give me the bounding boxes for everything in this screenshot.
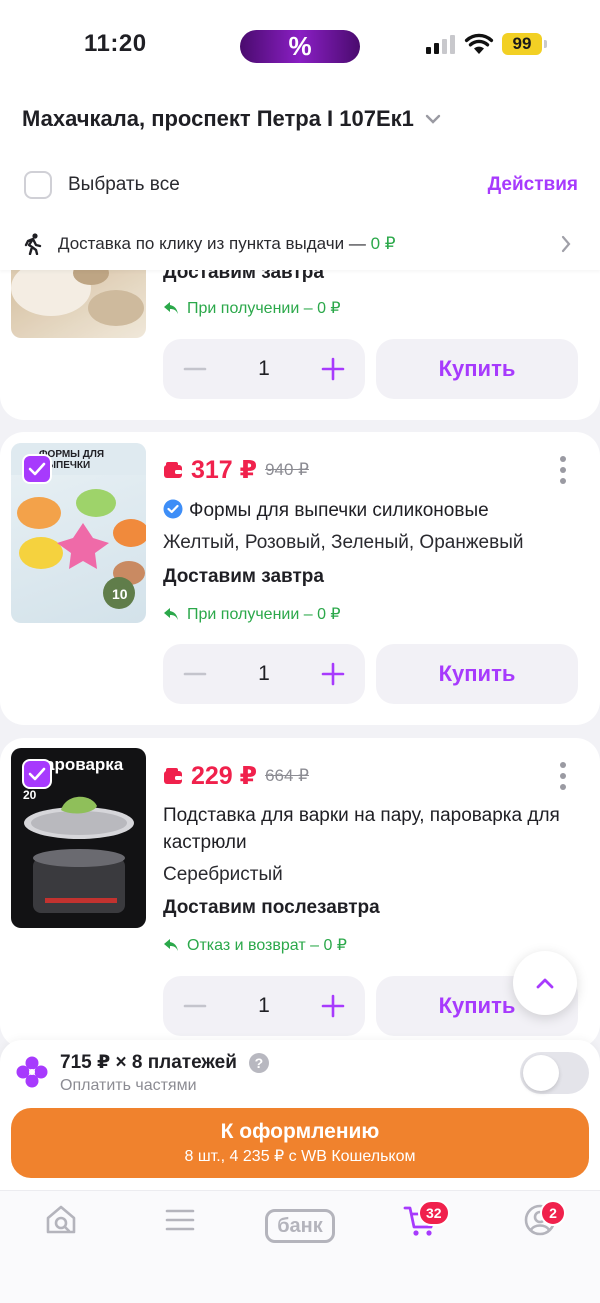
quantity-value[interactable]: 1 [258, 994, 270, 1018]
delivery-banner-text: Доставка по клику из пункта выдачи — 0 ₽ [58, 234, 396, 254]
cellular-signal-icon [426, 34, 455, 54]
cart-item: ароварка 20 229 ₽ 664 ₽ Подставка для ва… [0, 738, 600, 1048]
return-text: Отказ и возврат – 0 ₽ [187, 937, 347, 954]
delivery-banner[interactable]: Доставка по клику из пункта выдачи — 0 ₽ [0, 218, 600, 270]
return-arrow-icon [164, 302, 178, 314]
cart-item: ФОРМЫ ДЛЯ ВЫПЕЧКИ 10 317 ₽ 940 ₽ Формы д… [0, 432, 600, 725]
more-options-icon[interactable] [560, 456, 566, 484]
status-time: 11:20 [84, 30, 147, 57]
installments-flower-icon [16, 1056, 48, 1088]
quantity-value[interactable]: 1 [258, 357, 270, 381]
buy-button[interactable]: Купить [376, 339, 578, 399]
tab-home[interactable] [44, 1203, 78, 1242]
price: 317 ₽ [191, 456, 258, 484]
select-all-label[interactable]: Выбрать все [68, 174, 180, 196]
battery-icon: 99 [502, 33, 547, 55]
image-size: 20 [23, 788, 37, 802]
return-arrow-icon [164, 939, 178, 951]
cart-item: Доставка по клику из пункта выдачи — 0 ₽… [0, 218, 600, 420]
plus-icon[interactable] [321, 662, 345, 686]
installments-text: 715 ₽ × 8 платежей [60, 1052, 237, 1073]
wifi-icon [464, 33, 494, 54]
toggle-knob [523, 1055, 559, 1091]
price-row: 229 ₽ 664 ₽ [163, 761, 309, 791]
price-row: 317 ₽ 940 ₽ [163, 455, 309, 485]
check-icon [28, 462, 46, 476]
delivery-banner-label: Доставка по клику из пункта выдачи — [58, 234, 371, 253]
menu-icon [165, 1209, 195, 1231]
home-search-icon [46, 1205, 76, 1234]
product-attributes: Желтый, Розовый, Зеленый, Оранжевый [163, 532, 524, 553]
minus-icon[interactable] [183, 357, 207, 381]
quantity-stepper: 1 [163, 339, 365, 399]
select-all-row: Выбрать все Действия [24, 169, 578, 201]
checkout-button[interactable]: К оформлению 8 шт., 4 235 ₽ с WB Кошельк… [11, 1108, 589, 1178]
delivery-date: Доставим послезавтра [163, 897, 380, 918]
item-select-checkbox[interactable] [22, 454, 52, 484]
return-policy: При получении – 0 ₽ [163, 298, 341, 318]
plus-icon[interactable] [321, 357, 345, 381]
status-bar: 11:20 % 99 [0, 0, 600, 92]
verified-badge-icon [163, 499, 183, 519]
installments-subtitle: Оплатить частями [60, 1077, 197, 1094]
product-image[interactable]: ФОРМЫ ДЛЯ ВЫПЕЧКИ 10 [11, 443, 146, 623]
delivery-address[interactable]: Махачкала, проспект Петра I 107Ек1 [22, 106, 442, 132]
return-text: При получении – 0 ₽ [187, 606, 341, 623]
quantity-stepper: 1 [163, 976, 365, 1036]
product-attributes: Серебристый [163, 864, 283, 885]
check-icon [28, 767, 46, 781]
checkout-label: К оформлению [220, 1120, 380, 1143]
product-title[interactable]: Подставка для варки на пару, пароварка д… [163, 802, 560, 856]
checkout-details: 8 шт., 4 235 ₽ с WB Кошельком [184, 1148, 416, 1165]
cart-header: Махачкала, проспект Петра I 107Ек1 Выбра… [0, 92, 600, 218]
actions-link[interactable]: Действия [488, 174, 578, 196]
image-caption: ароварка [45, 755, 124, 774]
quantity-stepper: 1 [163, 644, 365, 704]
quantity-value[interactable]: 1 [258, 662, 270, 686]
old-price: 664 ₽ [265, 766, 309, 785]
item-select-checkbox[interactable] [22, 759, 52, 789]
walking-person-icon [24, 233, 42, 255]
profile-badge: 2 [540, 1200, 566, 1226]
promo-pill[interactable]: % [240, 30, 360, 63]
wallet-icon [164, 767, 182, 784]
delivery-banner-price: 0 ₽ [370, 234, 396, 253]
tab-catalog[interactable] [164, 1203, 196, 1242]
cart-badge: 32 [418, 1200, 450, 1226]
image-count: 10 [112, 586, 128, 602]
address-text: Махачкала, проспект Петра I 107Ек1 [22, 106, 414, 131]
bottom-tab-bar: банк 32 2 [0, 1190, 600, 1303]
delivery-date: Доставим завтра [163, 566, 324, 587]
product-image[interactable]: ароварка 20 [11, 748, 146, 928]
return-policy: Отказ и возврат – 0 ₽ [163, 935, 347, 955]
old-price: 940 ₽ [265, 460, 309, 479]
price: 229 ₽ [191, 762, 258, 790]
minus-icon[interactable] [183, 994, 207, 1018]
buy-button[interactable]: Купить [376, 644, 578, 704]
product-title-text: Формы для выпечки силиконовые [189, 500, 489, 521]
help-icon[interactable]: ? [248, 1052, 269, 1073]
more-options-icon[interactable] [560, 762, 566, 790]
scroll-to-top-button[interactable] [513, 951, 577, 1015]
chevron-right-icon [561, 235, 571, 253]
return-policy: При получении – 0 ₽ [163, 604, 341, 624]
plus-icon[interactable] [321, 994, 345, 1018]
tab-bank[interactable]: банк [265, 1209, 335, 1243]
installments-amount: 715 ₽ × 8 платежей ? [60, 1051, 269, 1074]
chevron-down-icon [425, 114, 441, 124]
wallet-icon [164, 461, 182, 478]
installments-toggle[interactable] [520, 1052, 589, 1094]
minus-icon[interactable] [183, 662, 207, 686]
image-caption: ФОРМЫ ДЛЯ ВЫПЕЧКИ [39, 449, 105, 471]
return-arrow-icon [164, 608, 178, 620]
product-title[interactable]: Формы для выпечки силиконовые [163, 497, 560, 524]
return-text: При получении – 0 ₽ [187, 300, 341, 317]
chevron-up-icon [536, 978, 554, 989]
select-all-checkbox[interactable] [24, 171, 52, 199]
checkout-area: К оформлению 8 шт., 4 235 ₽ с WB Кошельк… [0, 1100, 600, 1190]
